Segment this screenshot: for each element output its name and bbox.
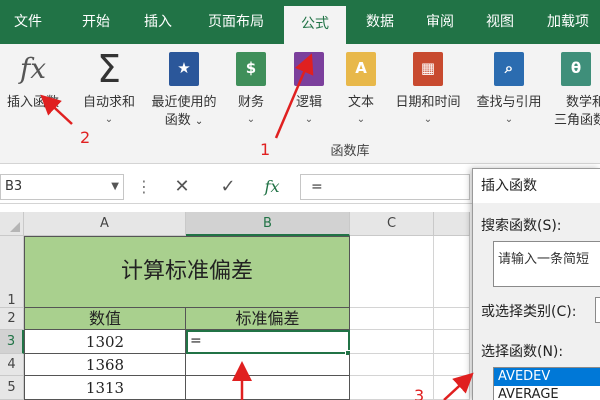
select-function-label: 选择函数(N): bbox=[481, 344, 564, 360]
recently-used-label-2: 函数 ⌄ bbox=[164, 113, 204, 128]
insert-function-dialog: 插入函数 搜索函数(S): 请输入一条简短 或选择类别(C): 选择函数(N):… bbox=[472, 168, 600, 400]
math-label: 数学和 bbox=[566, 95, 600, 110]
star-book-icon: ★ bbox=[169, 52, 199, 86]
worksheet-grid: A B C 1 2 3 4 5 计算标准偏差 数值 标准偏差 1302 = 13… bbox=[0, 212, 470, 400]
chevron-down-icon: ⌄ bbox=[194, 116, 204, 127]
row-header-3[interactable]: 3 bbox=[0, 330, 24, 354]
column-header-a[interactable]: A bbox=[24, 212, 186, 236]
row-header-5[interactable]: 5 bbox=[0, 376, 24, 400]
cancel-icon[interactable]: ✕ bbox=[162, 174, 202, 200]
header-cell-stdev[interactable]: 标准偏差 bbox=[186, 308, 350, 330]
column-header-b[interactable]: B bbox=[186, 212, 350, 236]
cell-c1[interactable] bbox=[350, 236, 434, 308]
formula-input[interactable]: = bbox=[300, 174, 470, 200]
cell-a4[interactable]: 1368 bbox=[24, 354, 186, 376]
cell-a5[interactable]: 1313 bbox=[24, 376, 186, 400]
tab-review[interactable]: 审阅 bbox=[412, 0, 468, 44]
magnifier-book-icon: ⌕ bbox=[494, 52, 524, 86]
insert-function-button[interactable]: fx 插入函数 bbox=[0, 44, 66, 144]
name-box[interactable]: B3 ▼ bbox=[0, 174, 124, 200]
cell-c3[interactable] bbox=[350, 330, 434, 354]
confirm-icon[interactable]: ✓ bbox=[208, 174, 248, 200]
search-function-label: 搜索函数(S): bbox=[481, 218, 562, 234]
coins-book-icon: $ bbox=[236, 52, 266, 86]
logical-label: 逻辑 bbox=[295, 95, 322, 110]
cell-d2[interactable] bbox=[434, 308, 470, 330]
chevron-down-icon: ⌄ bbox=[246, 114, 256, 125]
cell-b4[interactable] bbox=[186, 354, 350, 376]
tab-formulas[interactable]: 公式 bbox=[284, 6, 346, 44]
math-label-2: 三角函数 bbox=[554, 113, 600, 128]
menu-bar: 文件 开始 插入 页面布局 公式 数据 审阅 视图 加载项 bbox=[0, 0, 600, 44]
chevron-down-icon: ⌄ bbox=[304, 114, 314, 125]
lookup-button[interactable]: ⌕ 查找与引用 ⌄ bbox=[470, 44, 548, 144]
category-label: 或选择类别(C): bbox=[481, 304, 577, 320]
annotation-number-2: 2 bbox=[80, 128, 91, 147]
text-button[interactable]: A 文本 ⌄ bbox=[336, 44, 386, 144]
calendar-book-icon: ▦ bbox=[413, 52, 443, 86]
chevron-down-icon: ⌄ bbox=[504, 114, 514, 125]
insert-function-label: 插入函数 bbox=[6, 95, 59, 110]
cell-c2[interactable] bbox=[350, 308, 434, 330]
category-select[interactable] bbox=[595, 297, 600, 323]
function-list[interactable]: AVEDEV AVERAGE bbox=[493, 367, 600, 400]
cell-d4[interactable] bbox=[434, 354, 470, 376]
search-function-input[interactable]: 请输入一条简短 bbox=[493, 241, 600, 287]
dialog-title[interactable]: 插入函数 bbox=[473, 169, 600, 203]
cell-d5[interactable] bbox=[434, 376, 470, 400]
math-trig-button[interactable]: θ 数学和 三角函数 bbox=[552, 44, 600, 144]
cell-b5[interactable] bbox=[186, 376, 350, 400]
name-box-value: B3 bbox=[5, 179, 23, 194]
function-icon: fx bbox=[19, 52, 47, 85]
row-header-2[interactable]: 2 bbox=[0, 308, 24, 330]
chevron-down-icon: ⌄ bbox=[423, 114, 433, 125]
tab-addins[interactable]: 加载项 bbox=[536, 0, 600, 44]
datetime-button[interactable]: ▦ 日期和时间 ⌄ bbox=[388, 44, 468, 144]
header-cell-value[interactable]: 数值 bbox=[24, 308, 186, 330]
chevron-down-icon[interactable]: ▼ bbox=[111, 175, 119, 199]
tab-insert[interactable]: 插入 bbox=[130, 0, 186, 44]
cell-d3[interactable] bbox=[434, 330, 470, 354]
insert-function-icon[interactable]: fx bbox=[252, 174, 292, 200]
letter-a-book-icon: A bbox=[346, 52, 376, 86]
question-book-icon: ? bbox=[294, 52, 324, 86]
column-header-c[interactable]: C bbox=[350, 212, 434, 236]
tab-home[interactable]: 开始 bbox=[68, 0, 124, 44]
tab-data[interactable]: 数据 bbox=[352, 0, 408, 44]
tab-view[interactable]: 视图 bbox=[472, 0, 528, 44]
logical-button[interactable]: ? 逻辑 ⌄ bbox=[280, 44, 338, 144]
annotation-number-1: 1 bbox=[260, 140, 271, 159]
select-all-corner[interactable] bbox=[0, 212, 24, 236]
theta-book-icon: θ bbox=[561, 52, 591, 86]
tab-page-layout[interactable]: 页面布局 bbox=[196, 0, 276, 44]
more-options-icon[interactable]: ⋮ bbox=[136, 176, 152, 198]
function-library-group-label: 函数库 bbox=[330, 144, 370, 159]
row-header-4[interactable]: 4 bbox=[0, 354, 24, 376]
cell-d1[interactable] bbox=[434, 236, 470, 308]
recently-used-button[interactable]: ★ 最近使用的 函数 ⌄ bbox=[146, 44, 222, 144]
tab-file[interactable]: 文件 bbox=[0, 0, 56, 44]
financial-label: 财务 bbox=[237, 95, 264, 110]
sigma-icon: Σ bbox=[96, 47, 121, 91]
active-cell-b3[interactable]: = bbox=[186, 330, 350, 354]
list-item[interactable]: AVEDEV bbox=[494, 368, 600, 386]
cell-c4[interactable] bbox=[350, 354, 434, 376]
title-cell[interactable]: 计算标准偏差 bbox=[24, 236, 350, 308]
chevron-down-icon: ⌄ bbox=[104, 114, 114, 125]
recently-used-label: 最近使用的 bbox=[151, 95, 217, 110]
cell-a3[interactable]: 1302 bbox=[24, 330, 186, 354]
column-header-d[interactable] bbox=[434, 212, 470, 236]
autosum-label: 自动求和 bbox=[82, 95, 135, 110]
chevron-down-icon: ⌄ bbox=[356, 114, 366, 125]
datetime-label: 日期和时间 bbox=[395, 95, 461, 110]
lookup-label: 查找与引用 bbox=[476, 95, 542, 110]
select-all-triangle-icon bbox=[10, 222, 20, 232]
text-label: 文本 bbox=[347, 95, 374, 110]
annotation-number-3: 3 bbox=[414, 386, 425, 400]
list-item[interactable]: AVERAGE bbox=[494, 386, 600, 400]
financial-button[interactable]: $ 财务 ⌄ bbox=[222, 44, 280, 144]
row-header-1[interactable]: 1 bbox=[0, 236, 24, 308]
